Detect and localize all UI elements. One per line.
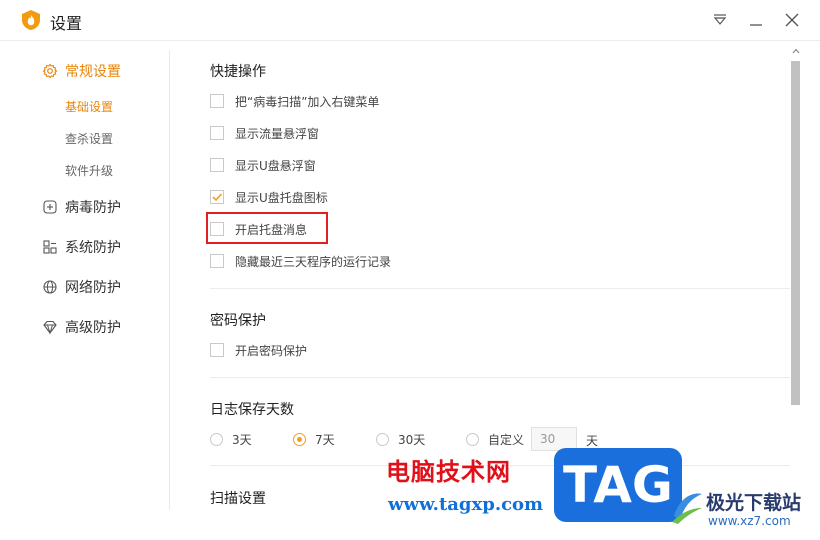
sidebar-item-label: 系统防护 [65,240,121,256]
window-title: 设置 [50,14,83,33]
flame-shield-icon [22,10,40,30]
sidebar: 常规设置 基础设置 查杀设置 软件升级 病毒防护 系统防护 网络防护 高级防护 [0,41,170,540]
close-icon [785,13,799,27]
radio-label: 3天 [232,432,252,447]
close-button[interactable] [782,10,802,30]
radio-label: 30天 [398,432,426,447]
checkbox[interactable] [210,94,224,108]
radio-circle[interactable] [466,432,479,446]
triangle-menu-icon [713,14,727,25]
custom-days-unit: 天 [586,434,599,448]
gear-icon [42,63,58,79]
radio-circle-selected[interactable] [293,432,306,446]
option-hide-run-records[interactable]: 隐藏最近三天程序的运行记录 [210,252,391,270]
radio-7-days[interactable]: 7天 [293,430,335,448]
sidebar-item-network[interactable]: 网络防护 [42,275,121,299]
watermark-site-name: 电脑技术网 [386,458,511,486]
scrollbar[interactable] [790,41,802,540]
watermark-brand-name: 极光下载站 [706,492,802,514]
checkbox[interactable] [210,343,224,357]
sidebar-item-label: 高级防护 [65,320,121,336]
scroll-thumb[interactable] [791,61,800,405]
checkmark-icon [212,193,223,202]
diamond-icon [43,320,57,335]
sidebar-subitem-scan[interactable]: 查杀设置 [65,130,113,147]
sidebar-subitem-basic[interactable]: 基础设置 [65,98,113,115]
option-password-protect[interactable]: 开启密码保护 [210,341,307,359]
option-label: 把“病毒扫描”加入右键菜单 [235,94,380,109]
watermark-tag-badge: TAG [554,448,682,522]
section-title-password: 密码保护 [210,313,266,329]
title-bar: 设置 [0,0,820,41]
option-label: 显示U盘悬浮窗 [235,158,316,173]
section-divider [210,288,790,289]
section-divider [210,377,790,378]
sidebar-item-virus[interactable]: 病毒防护 [42,195,121,219]
radio-30-days[interactable]: 30天 [376,430,425,448]
sidebar-item-general[interactable]: 常规设置 [42,59,121,83]
menu-dropdown-button[interactable] [710,10,730,30]
radio-circle[interactable] [210,432,223,446]
radio-3-days[interactable]: 3天 [210,430,252,448]
sidebar-subitem-upgrade[interactable]: 软件升级 [65,162,113,179]
sidebar-item-label: 病毒防护 [65,200,121,216]
option-label: 显示流量悬浮窗 [235,126,320,141]
radio-circle[interactable] [376,432,389,446]
option-context-menu-scan[interactable]: 把“病毒扫描”加入右键菜单 [210,92,379,110]
watermark-brand-url: www.xz7.com [708,514,791,528]
option-usb-float[interactable]: 显示U盘悬浮窗 [210,156,316,174]
option-label: 显示U盘托盘图标 [235,190,328,205]
radio-custom[interactable]: 自定义 [466,430,524,448]
radio-label: 自定义 [488,432,525,447]
sidebar-item-label: 网络防护 [65,280,121,296]
radio-label: 7天 [315,432,335,447]
sidebar-item-label: 常规设置 [65,64,121,80]
section-title-scan: 扫描设置 [210,491,266,507]
option-usb-tray-icon[interactable]: 显示U盘托盘图标 [210,188,328,206]
scroll-up-arrow-icon[interactable] [791,46,801,56]
option-label: 隐藏最近三天程序的运行记录 [235,254,392,269]
minimize-icon [750,24,762,26]
plus-square-icon [43,200,57,214]
checkbox[interactable] [210,158,224,172]
globe-icon [43,280,57,294]
option-traffic-float[interactable]: 显示流量悬浮窗 [210,124,319,142]
watermark-site-url: www.tagxp.com [388,494,544,515]
sidebar-item-advanced[interactable]: 高级防护 [42,315,121,339]
option-label: 开启密码保护 [235,343,308,358]
highlight-annotation [206,212,328,244]
modules-icon [43,240,57,254]
checkbox-checked[interactable] [210,190,224,204]
sidebar-item-system[interactable]: 系统防护 [42,235,121,259]
minimize-button[interactable] [746,10,766,30]
section-title-log-days: 日志保存天数 [210,402,294,418]
checkbox[interactable] [210,254,224,268]
aurora-logo-icon [672,493,702,524]
section-title-quick-ops: 快捷操作 [210,64,266,80]
checkbox[interactable] [210,126,224,140]
